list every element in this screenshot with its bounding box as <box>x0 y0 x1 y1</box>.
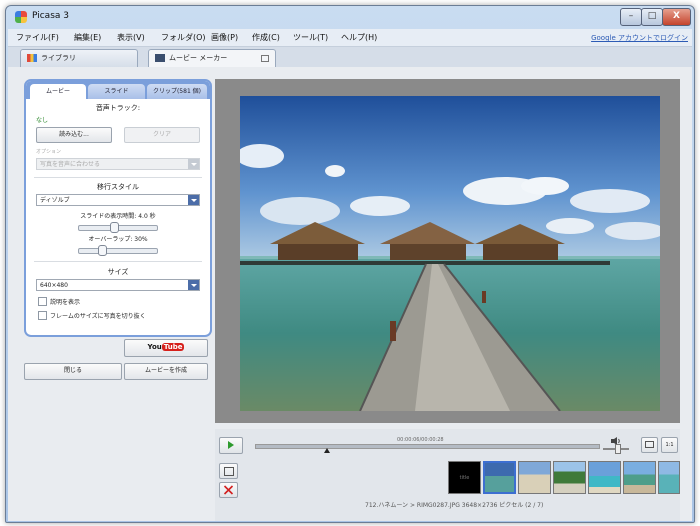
menu-tools[interactable]: ツール(T) <box>293 32 328 43</box>
menu-file[interactable]: ファイル(F) <box>16 32 59 43</box>
film-icon <box>155 54 165 62</box>
text-slide-icon <box>224 467 234 476</box>
audio-options-select[interactable]: 写真を音声に合わせる <box>36 158 200 170</box>
chevron-down-icon <box>188 280 199 290</box>
filmstrip-thumb[interactable] <box>483 461 516 494</box>
crop-to-frame-checkbox[interactable] <box>38 311 47 320</box>
library-icon <box>27 54 37 62</box>
show-caption-label: 説明を表示 <box>50 299 81 306</box>
actual-size-button[interactable]: 1:1 <box>661 437 678 453</box>
close-button[interactable]: 閉じる <box>24 363 122 380</box>
text-slide-button[interactable] <box>219 463 238 479</box>
photo-viewer <box>215 79 680 423</box>
overlap-thumb[interactable] <box>98 245 108 256</box>
filmstrip-thumb[interactable] <box>553 461 586 494</box>
load-audio-button[interactable]: 読み込む... <box>36 127 112 143</box>
menu-picture[interactable]: 画像(P) <box>211 32 238 43</box>
create-movie-button[interactable]: ムービーを作成 <box>124 363 208 380</box>
playback-bar: 00:00:06/00:00:28 1:1 title 712.ハネムーン > … <box>215 429 680 521</box>
options-label: オプション <box>36 149 62 155</box>
filmstrip-thumb[interactable] <box>658 461 680 494</box>
transition-style-select[interactable]: ディゾルブ <box>36 194 200 206</box>
timeline-scrubber[interactable] <box>255 444 600 449</box>
size-select[interactable]: 640×480 <box>36 279 200 291</box>
show-caption-checkbox[interactable] <box>38 297 47 306</box>
youtube-tube-logo: Tube <box>161 343 185 351</box>
filmstrip-title-thumb[interactable]: title <box>448 461 481 494</box>
movie-settings-panel: ムービー スライド クリップ(581 個) 音声トラック: なし 読み込む...… <box>24 79 212 337</box>
volume-thumb[interactable] <box>615 444 621 454</box>
panel-tabs: ムービー スライド クリップ(581 個) <box>26 81 210 99</box>
menu-bar: ファイル(F) 編集(E) 表示(V) フォルダ(O) 画像(P) 作成(C) … <box>8 29 692 47</box>
tab-close-icon[interactable] <box>261 55 269 62</box>
overlap-label: オーバーラップ: 30% <box>88 236 148 243</box>
filmstrip-thumb[interactable] <box>623 461 656 494</box>
audio-options-value: 写真を音声に合わせる <box>40 161 101 168</box>
preview-photo <box>240 96 660 411</box>
filmstrip: title <box>448 461 680 496</box>
clear-audio-button[interactable]: クリア <box>124 127 200 143</box>
slide-duration-label: スライドの表示時間: 4.0 秒 <box>80 213 156 220</box>
tab-movie-maker[interactable]: ムービー メーカー <box>148 49 276 67</box>
tab-library[interactable]: ライブラリ <box>20 49 138 67</box>
menu-create[interactable]: 作成(C) <box>252 32 280 43</box>
youtube-upload-button[interactable]: You Tube <box>124 339 208 357</box>
timecode: 00:00:06/00:00:28 <box>397 437 444 443</box>
divider <box>34 177 202 178</box>
tab-bar: ライブラリ ムービー メーカー <box>8 47 692 67</box>
size-value: 640×480 <box>40 282 68 289</box>
divider <box>34 261 202 262</box>
filmstrip-thumb[interactable] <box>518 461 551 494</box>
picasa-icon <box>15 11 27 23</box>
close-window-button[interactable]: X <box>662 8 691 26</box>
tab-slide[interactable]: スライド <box>88 84 145 99</box>
playhead-marker[interactable] <box>324 448 331 453</box>
overlap-slider[interactable] <box>78 245 158 256</box>
tab-clips[interactable]: クリップ(581 個) <box>147 84 207 99</box>
chevron-down-icon <box>188 195 199 205</box>
fit-icon <box>645 441 654 448</box>
slide-duration-slider[interactable] <box>78 222 158 233</box>
google-login-link[interactable]: Google アカウントでログイン <box>591 33 688 43</box>
transition-heading: 移行スタイル <box>97 183 139 191</box>
size-heading: サイズ <box>107 268 129 276</box>
audio-track-heading: 音声トラック: <box>95 104 141 112</box>
window-title: Picasa 3 <box>32 11 69 21</box>
slide-duration-thumb[interactable] <box>110 222 120 233</box>
menu-view[interactable]: 表示(V) <box>117 32 145 43</box>
youtube-you: You <box>147 343 162 351</box>
menu-edit[interactable]: 編集(E) <box>74 32 101 43</box>
delete-x-icon <box>223 485 234 495</box>
picasa-window: Picasa 3 – □ X ファイル(F) 編集(E) 表示(V) フォルダ(… <box>5 5 695 523</box>
tab-movie[interactable]: ムービー <box>30 84 86 99</box>
tab-library-label: ライブラリ <box>41 54 76 62</box>
transition-style-value: ディゾルブ <box>40 197 70 204</box>
chevron-down-icon <box>188 159 199 169</box>
maximize-button[interactable]: □ <box>641 8 663 26</box>
menu-folder[interactable]: フォルダ(O) <box>161 32 206 43</box>
crop-to-frame-label: フレームのサイズに写真を切り抜く <box>50 313 146 320</box>
status-bar: 712.ハネムーン > RIMG0287.JPG 3648×2736 ピクセル … <box>365 502 544 509</box>
fit-to-window-button[interactable] <box>641 437 658 453</box>
menu-help[interactable]: ヘルプ(H) <box>341 32 377 43</box>
audio-track-none: なし <box>36 117 49 124</box>
tab-movie-maker-label: ムービー メーカー <box>169 54 228 62</box>
delete-slide-button[interactable] <box>219 482 238 498</box>
main-area: ムービー スライド クリップ(581 個) 音声トラック: なし 読み込む...… <box>8 67 692 521</box>
title-bar[interactable]: Picasa 3 – □ X <box>6 6 694 28</box>
minimize-button[interactable]: – <box>620 8 642 26</box>
play-button[interactable] <box>219 437 243 454</box>
filmstrip-thumb[interactable] <box>588 461 621 494</box>
